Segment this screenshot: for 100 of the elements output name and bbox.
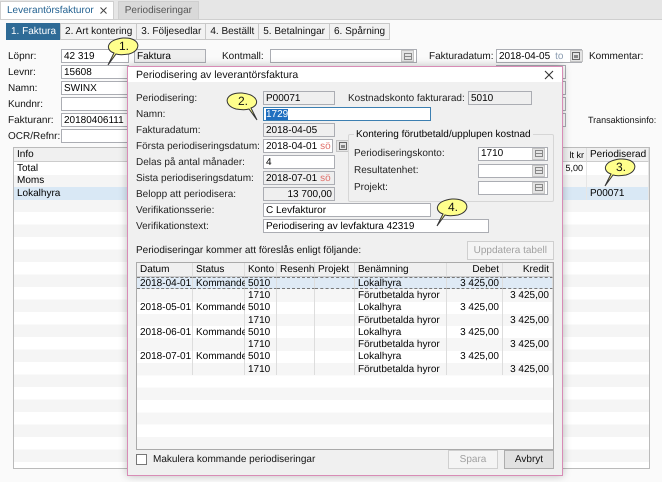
- list-icon: [534, 167, 542, 174]
- callout-bubble: 2.: [226, 92, 258, 120]
- weekday-label: sö: [320, 172, 332, 184]
- calendar-icon: [338, 142, 346, 150]
- input-field[interactable]: 15608: [61, 65, 129, 79]
- table-cell: [277, 302, 315, 314]
- close-icon[interactable]: [100, 7, 107, 14]
- section-tab[interactable]: 5. Betalningar: [258, 23, 330, 40]
- lookup-button[interactable]: [532, 148, 545, 160]
- dialog-button[interactable]: Avbryt: [504, 450, 554, 469]
- lookup-button[interactable]: [532, 164, 545, 176]
- callout-bubble: 1.: [108, 38, 138, 66]
- table-cell: [503, 277, 553, 290]
- section-tab[interactable]: 3. Följesedlar: [136, 23, 206, 40]
- table-cell: Kommande: [193, 277, 245, 290]
- column-header[interactable]: lt kr: [563, 148, 587, 162]
- calendar-button[interactable]: [336, 140, 349, 152]
- group-title: Kontering förutbetald/upplupen kostnad: [354, 129, 533, 140]
- table-cell: [315, 326, 355, 338]
- field-label: Verifikationsserie:: [136, 204, 214, 216]
- field-label: Namn:: [8, 82, 38, 94]
- readonly-field: P00071: [263, 91, 335, 105]
- calendar-button[interactable]: [570, 50, 582, 62]
- field-label: Fakturanr:: [8, 114, 55, 126]
- date-field: 2018-07-01 sö: [263, 171, 335, 185]
- input-field[interactable]: Periodisering av levfaktura 42319: [263, 219, 489, 233]
- table-cell: Lokalhyra: [355, 277, 447, 290]
- input-field[interactable]: C Levfakturor: [263, 203, 431, 217]
- date-field[interactable]: 2018-04-01 sö: [263, 139, 333, 153]
- table-cell: 5,00: [563, 162, 587, 174]
- section-tab[interactable]: 6. Spårning: [328, 23, 390, 40]
- close-icon[interactable]: [544, 70, 554, 80]
- field-label: Namn:: [136, 108, 166, 120]
- column-header[interactable]: Projekt: [315, 263, 355, 277]
- field-label: Verifikationstext:: [136, 220, 209, 232]
- column-header[interactable]: Periodiserad: [587, 148, 649, 162]
- input-field[interactable]: 4: [263, 155, 335, 169]
- field-label: Fakturadatum:: [429, 50, 494, 62]
- table-cell: 3 425,00: [447, 302, 503, 314]
- input-field[interactable]: [61, 129, 129, 143]
- column-header[interactable]: Debet: [447, 263, 503, 277]
- column-header[interactable]: Status: [193, 263, 245, 277]
- input-field[interactable]: 1729: [263, 107, 431, 121]
- field-label: Sista periodiseringsdatum:: [136, 172, 254, 184]
- document-tab[interactable]: Leverantörsfakturor: [0, 1, 114, 19]
- column-header[interactable]: Benämning: [355, 263, 447, 277]
- table-cell: [315, 302, 355, 314]
- column-header[interactable]: Kredit: [503, 263, 553, 277]
- table-cell: Kommande: [193, 326, 245, 338]
- table-cell: 2018-04-01: [137, 277, 193, 290]
- table-cell: 3 425,00: [447, 326, 503, 338]
- input-field[interactable]: [61, 97, 129, 111]
- dialog-title: Periodisering av leverantörsfaktura: [136, 68, 298, 80]
- input-field[interactable]: SWINX: [61, 81, 129, 95]
- callout-bubble: 4.: [436, 198, 468, 226]
- checkbox-label: Makulera kommande periodiseringar: [153, 454, 316, 465]
- section-tab[interactable]: 4. Beställt: [205, 23, 260, 40]
- column-header[interactable]: Konto: [245, 263, 277, 277]
- table-cell: [503, 302, 553, 314]
- column-header[interactable]: Datum: [137, 263, 193, 277]
- column-header[interactable]: Resenh: [277, 263, 315, 277]
- table-cell: [315, 277, 355, 290]
- weekday-label: to: [555, 50, 564, 62]
- table-cell: P00071: [587, 187, 649, 200]
- readonly-field: Faktura: [134, 49, 206, 63]
- lookup-field[interactable]: [270, 49, 417, 63]
- callout-bubble: 3.: [604, 158, 636, 186]
- schedule-caption: Periodiseringar kommer att föreslås enligt följande:: [136, 244, 362, 256]
- field-label: OCR/Refnr:: [8, 130, 61, 142]
- input-field[interactable]: 20180406111: [61, 113, 129, 127]
- field-label: Kundnr:: [8, 98, 44, 110]
- weekday-label: sö: [320, 140, 332, 152]
- table-cell: 5010: [245, 350, 277, 364]
- lookup-field[interactable]: [478, 164, 548, 178]
- lookup-field[interactable]: [478, 180, 548, 194]
- field-label: Transaktionsinfo:: [587, 115, 658, 125]
- table-cell: 3 425,00: [447, 277, 503, 290]
- table-cell: Kommande: [193, 302, 245, 314]
- table-cell: [277, 326, 315, 338]
- lookup-field[interactable]: 1710: [478, 146, 548, 160]
- table-cell: [277, 277, 315, 290]
- field-label: Kontmall:: [222, 50, 265, 62]
- calendar-icon: [572, 52, 580, 60]
- lookup-button[interactable]: [532, 182, 545, 194]
- list-icon: [404, 52, 412, 60]
- field-label: Periodisering:: [136, 92, 198, 104]
- field-label: Resultatenhet:: [354, 165, 418, 176]
- date-field[interactable]: 2018-04-05 to: [496, 49, 582, 63]
- amount-field: 13 700,00: [263, 187, 335, 201]
- lookup-button[interactable]: [401, 50, 414, 62]
- table-cell: [503, 326, 553, 338]
- list-icon: [534, 150, 542, 157]
- selected-text: 1729: [266, 108, 288, 120]
- checkbox[interactable]: [136, 454, 147, 465]
- document-tab[interactable]: Periodiseringar: [118, 1, 199, 19]
- section-tab[interactable]: 2. Art kontering: [60, 23, 138, 40]
- section-tab[interactable]: 1. Faktura: [6, 23, 62, 40]
- table-cell: 5010: [245, 326, 277, 338]
- readonly-field: 5010: [468, 91, 532, 105]
- field-label: Löpnr:: [8, 50, 38, 62]
